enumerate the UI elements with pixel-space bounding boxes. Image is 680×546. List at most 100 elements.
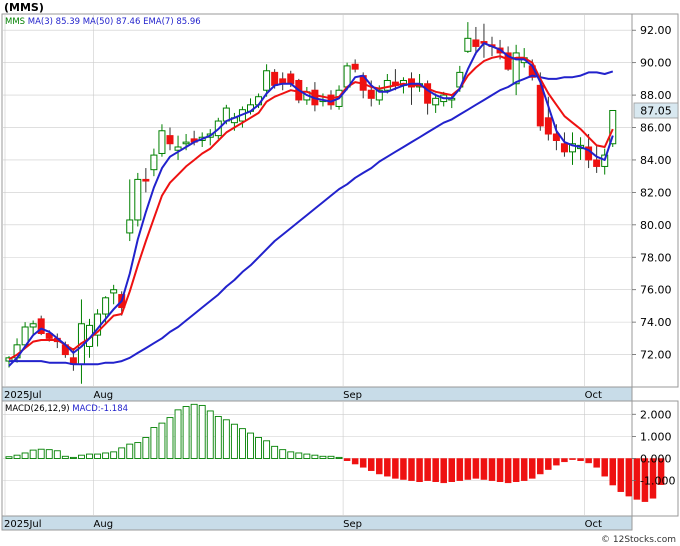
candle-body <box>263 70 271 91</box>
macd-bar <box>520 458 528 481</box>
price-tick-label: 92.00 <box>640 24 672 37</box>
macd-bar <box>238 428 246 459</box>
candle-body <box>287 73 295 85</box>
candle-body <box>142 178 150 182</box>
macd-bar <box>424 458 431 481</box>
macd-bar <box>400 458 407 480</box>
macd-bar <box>625 458 633 497</box>
macd-legend-entry: MACD:-1.184 <box>70 404 128 414</box>
last-price-label: 87.05 <box>640 104 672 117</box>
date-tick-label: 2025Jul <box>4 519 42 530</box>
macd-bar <box>311 454 319 459</box>
macd-bar <box>408 458 415 481</box>
price-tick-label: 78.00 <box>640 251 672 264</box>
macd-bar <box>512 458 520 482</box>
macd-bar <box>376 458 383 475</box>
macd-bar <box>480 458 488 480</box>
candle-body <box>560 143 568 153</box>
macd-bar <box>126 443 134 459</box>
macd-bar <box>561 458 568 463</box>
macd-bar <box>633 458 641 500</box>
stock-chart: 72.00 74.00 76.00 78.00 80.00 82.00 84.00 86.00… <box>1 1 679 545</box>
macd-bar <box>86 453 93 459</box>
date-tick-label: Oct <box>585 390 602 401</box>
macd-bar <box>5 456 13 459</box>
candle-body <box>110 289 118 294</box>
macd-bar <box>230 423 238 459</box>
macd-tick-label: 0.000 <box>640 453 672 466</box>
macd-bar <box>359 458 367 468</box>
last-price-tag: 87.05 <box>633 102 679 119</box>
macd-bar <box>53 450 61 459</box>
macd-tick-label: -1.000 <box>640 475 675 488</box>
date-tick-label: Sep <box>343 519 362 530</box>
candle-body <box>182 141 190 145</box>
macd-bar <box>464 458 472 480</box>
macd-bar <box>198 404 206 459</box>
macd-bar <box>392 458 399 479</box>
macd-bar <box>279 449 287 459</box>
macd-bar <box>61 455 69 459</box>
macd-bar <box>384 458 391 477</box>
legend-entry: MMS <box>5 17 25 27</box>
price-tick-label: 80.00 <box>640 219 672 232</box>
candle-body <box>383 79 391 91</box>
macd-bar <box>456 458 464 481</box>
macd-bar <box>263 440 271 459</box>
macd-bar <box>174 409 182 459</box>
price-tick-label: 72.00 <box>640 349 672 362</box>
candle-body <box>432 97 440 106</box>
price-tick-label: 76.00 <box>640 284 672 297</box>
macd-bar <box>416 458 423 482</box>
macd-bar <box>21 452 29 459</box>
macd-bar <box>351 458 359 465</box>
macd-bar <box>585 458 592 464</box>
macd-bar <box>142 437 150 459</box>
candle-body <box>126 219 134 234</box>
candle-body <box>367 89 375 99</box>
date-tick-label: Sep <box>343 390 362 401</box>
macd-bar <box>102 452 110 459</box>
macd-bar <box>271 445 279 459</box>
macd-tick-label: 2.000 <box>640 408 672 421</box>
price-tick-label: 82.00 <box>640 186 672 199</box>
macd-bar <box>247 432 254 459</box>
macd-bar <box>118 447 126 459</box>
macd-bar <box>319 455 327 459</box>
macd-bar <box>303 453 311 459</box>
candle-body <box>102 297 110 315</box>
macd-bar <box>569 458 576 460</box>
macd-bar <box>504 458 512 484</box>
macd-bar <box>214 416 222 459</box>
macd-bar <box>94 453 102 459</box>
candle-body <box>593 159 601 167</box>
date-tick-label: 2025Jul <box>4 390 42 401</box>
macd-bar <box>77 454 85 459</box>
candle-body <box>424 83 432 104</box>
macd-bar <box>601 458 608 477</box>
price-tick-label: 86.00 <box>640 122 672 135</box>
macd-bar <box>37 448 45 459</box>
macd-bar <box>327 455 335 459</box>
macd-bar <box>255 437 263 459</box>
macd-bar <box>45 449 53 459</box>
candle-body <box>343 65 351 88</box>
candle-body <box>351 63 359 70</box>
macd-bar <box>295 452 303 459</box>
macd-bar <box>496 458 504 482</box>
macd-tick-label: 1.000 <box>640 430 672 443</box>
macd-bar <box>609 458 616 486</box>
candle-body <box>166 135 174 145</box>
macd-bar <box>158 422 166 459</box>
candle-body <box>544 117 552 135</box>
date-tick-label: Aug <box>94 519 114 530</box>
macd-bar <box>432 458 439 482</box>
macd-bar <box>166 417 174 459</box>
price-tick-label: 84.00 <box>640 154 672 167</box>
macd-bar <box>488 458 496 481</box>
macd-bar <box>343 458 351 461</box>
macd-bar <box>190 403 198 459</box>
price-legend: MMS MA(3) 85.39 MA(50) 87.46 EMA(7) 85.9… <box>5 17 201 27</box>
macd-bar <box>529 458 536 479</box>
macd-bar <box>206 410 214 459</box>
